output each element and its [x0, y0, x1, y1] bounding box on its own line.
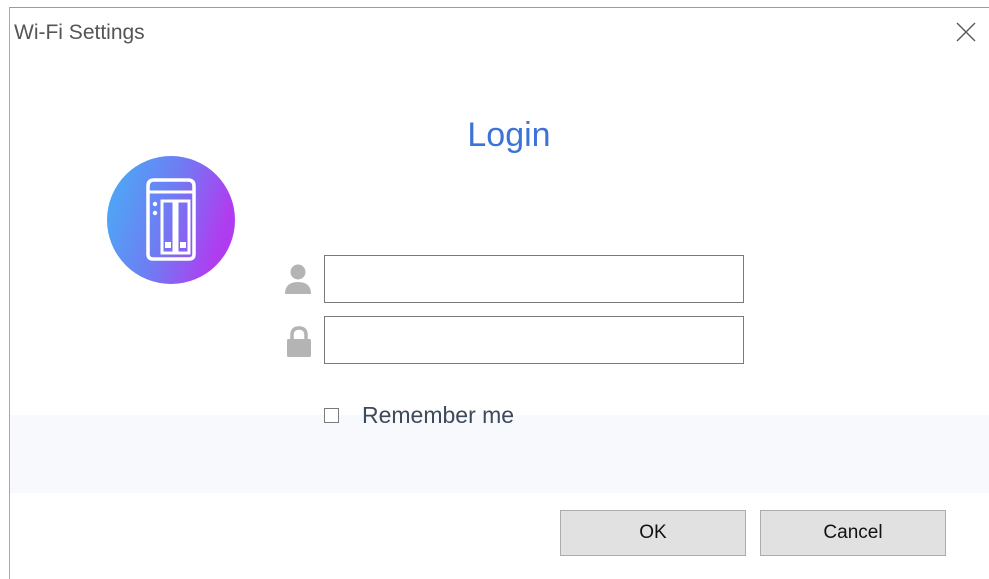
ok-button[interactable]: OK — [560, 510, 746, 556]
username-input[interactable] — [324, 255, 744, 303]
window-border-top — [9, 7, 989, 8]
close-button[interactable] — [950, 16, 982, 48]
login-heading: Login — [467, 116, 551, 154]
window-title: Wi-Fi Settings — [14, 21, 145, 44]
remember-me-label: Remember me — [362, 402, 515, 428]
lock-icon — [287, 326, 311, 357]
remember-me-checkbox[interactable] — [324, 407, 339, 423]
remember-me-option[interactable]: Remember me — [324, 400, 514, 430]
password-input[interactable] — [324, 316, 744, 364]
nas-device-icon — [107, 156, 235, 284]
close-icon — [956, 22, 976, 42]
cancel-button[interactable]: Cancel — [760, 510, 946, 556]
wifi-settings-dialog: Wi-Fi Settings Login Remember me OK Canc… — [0, 0, 989, 579]
window-border-left — [9, 7, 10, 579]
user-icon — [285, 264, 311, 294]
